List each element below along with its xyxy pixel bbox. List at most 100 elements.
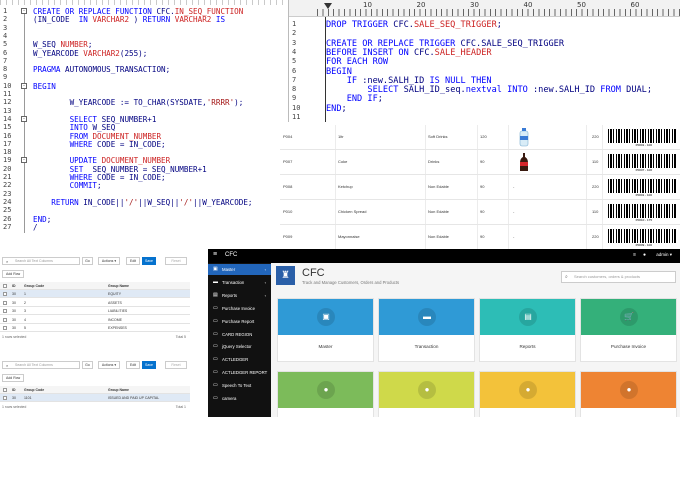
- product-price: 110: [592, 159, 599, 164]
- card-purchase-report[interactable]: ●Purchase Report: [277, 371, 374, 417]
- add-row-button[interactable]: Add Row: [2, 270, 25, 278]
- app-logo-icon: ♜: [276, 266, 295, 285]
- cell-group-code: 4: [24, 317, 26, 322]
- go-button[interactable]: Go: [82, 257, 93, 265]
- card-jquery-selector[interactable]: ●jQuery Selector: [479, 371, 576, 417]
- card-card-region[interactable]: ●CARD REGION: [378, 371, 475, 417]
- app-brand[interactable]: CFC: [225, 252, 237, 258]
- product-qty: 120: [480, 134, 487, 139]
- card-purchase-invoice[interactable]: 🛒 Purchase Invoice: [580, 298, 677, 362]
- add-row-button[interactable]: Add Row: [2, 374, 25, 382]
- column-header[interactable]: Group Code: [24, 282, 44, 290]
- table-row[interactable]: 30 1 EQUITY: [0, 290, 190, 298]
- edit-button[interactable]: Edit: [126, 257, 140, 265]
- line-number: 1: [3, 7, 8, 15]
- selection-count: 1 rows selected: [2, 404, 27, 409]
- sidebar-item-reports[interactable]: ▤ Reports ‹: [208, 290, 271, 301]
- row-checkbox[interactable]: [3, 300, 7, 305]
- sidebar-item-label: CARD REGION: [222, 331, 253, 337]
- cola-bottle-icon: [520, 153, 528, 171]
- product-row[interactable]: P010 Chicken Spread Non Edable 90 - 110 P0010 …: [280, 200, 680, 225]
- account-subgroup-grid: ⌕ Search All Text Columns Go Actions ▾ Edit S…: [0, 358, 190, 418]
- cell-group-name: LIABILITIES: [108, 309, 128, 314]
- column-header[interactable]: Group Code: [24, 386, 44, 394]
- card-header: ▬: [379, 299, 474, 335]
- cell-group-name: EXPENSES: [108, 326, 127, 331]
- select-all-checkbox[interactable]: [3, 284, 7, 288]
- reset-button[interactable]: Reset: [165, 361, 187, 369]
- card-actledger[interactable]: ●ACTLEDGER: [580, 371, 677, 417]
- sidebar-item-camera[interactable]: ▭ camera: [208, 393, 271, 404]
- sidebar-item-speech-to-text[interactable]: ▭ Speech To Text: [208, 380, 271, 391]
- app-topbar: ≡ CFC ≡ ● admin ▾: [208, 249, 680, 263]
- product-row[interactable]: P007 Coke Drinks 90 110 P0007 - 100: [280, 150, 680, 175]
- column-header[interactable]: ID: [12, 282, 16, 290]
- reset-button[interactable]: Reset: [165, 257, 187, 265]
- fold-toggle-icon[interactable]: -: [21, 82, 27, 89]
- select-all-checkbox[interactable]: [3, 388, 7, 392]
- fold-toggle-icon[interactable]: -: [21, 8, 27, 14]
- actions-menu-button[interactable]: Actions ▾: [98, 361, 120, 369]
- row-checkbox[interactable]: [3, 396, 7, 400]
- product-category: Non Edable: [428, 209, 449, 214]
- table-row[interactable]: 30 5 EXPENSES: [0, 324, 190, 333]
- sql-trigger-editor[interactable]: 10 20 30 40 50 60 1 DROP TRIGGER CFC.SALE_SEQ_…: [288, 0, 680, 122]
- card-reports[interactable]: ▤ Reports: [479, 298, 576, 362]
- column-header[interactable]: ID: [12, 386, 16, 394]
- line-number: 9: [292, 94, 297, 103]
- card-master[interactable]: ▣ Master: [277, 298, 374, 362]
- menu-icon[interactable]: ≡: [633, 252, 636, 258]
- row-checkbox[interactable]: [3, 317, 7, 322]
- column-ruler: 10 20 30 40 50 60: [289, 0, 680, 17]
- save-button[interactable]: Save: [142, 257, 156, 265]
- product-category: Drinks: [428, 159, 440, 164]
- menu-icon[interactable]: ≡: [213, 251, 217, 258]
- line-number: 2: [3, 15, 8, 24]
- sidebar-item-master[interactable]: ▣ Master ‹: [208, 264, 271, 275]
- grid-search-input[interactable]: ⌕ Search All Text Columns: [2, 257, 80, 265]
- sql-function-editor[interactable]: 1- CREATE OR REPLACE FUNCTION CFC.IN_SEQ_…: [0, 0, 288, 241]
- product-category: Soft Drinks: [428, 134, 448, 139]
- user-menu[interactable]: admin ▾: [656, 252, 672, 258]
- actions-menu-button[interactable]: Actions ▾: [98, 257, 120, 265]
- card-transaction[interactable]: ▬ Transaction: [378, 298, 475, 362]
- product-row[interactable]: P008 Ketchup Non Edable 90 - 220 P0001 - 100: [280, 175, 680, 200]
- column-header[interactable]: Group Name: [108, 282, 129, 290]
- row-checkbox[interactable]: [3, 326, 7, 331]
- sidebar-item-jquery-selector[interactable]: ▭ jQuery Selector: [208, 341, 271, 352]
- table-row[interactable]: 30 1101 ISSUED AND PAID UP CAPITAL: [0, 394, 190, 402]
- chevron-left-icon: ‹: [264, 292, 266, 298]
- cell-group-name: ISSUED AND PAID UP CAPITAL: [108, 396, 160, 400]
- save-button[interactable]: Save: [142, 361, 156, 369]
- sidebar-item-actledger-report[interactable]: ▭ ACTLEDGER REPORT: [208, 367, 271, 378]
- table-row[interactable]: 30 4 INCOME: [0, 316, 190, 324]
- grid-search-input[interactable]: ⌕ Search All Text Columns: [2, 361, 80, 369]
- sidebar-item-card-region[interactable]: ▭ CARD REGION: [208, 329, 271, 340]
- nav-icon: ▭: [213, 317, 218, 324]
- product-qty: 90: [480, 184, 485, 189]
- code-line[interactable]: 11: [289, 113, 680, 122]
- table-row[interactable]: 30 2 ASSETS: [0, 299, 190, 307]
- go-button[interactable]: Go: [82, 361, 93, 369]
- row-checkbox[interactable]: [3, 309, 7, 314]
- ruler-number: 20: [416, 1, 426, 9]
- sidebar-item-actledger[interactable]: ▭ ACTLEDGER: [208, 354, 271, 365]
- search-input[interactable]: ⌕ Search customers, orders & products: [561, 271, 676, 283]
- product-row[interactable]: P004 1ltr Soft Drinks 120 220 P0001 - 100: [280, 125, 680, 150]
- ruler-marker-icon[interactable]: [324, 3, 332, 9]
- edit-button[interactable]: Edit: [126, 361, 140, 369]
- product-row[interactable]: P009 Mayonnaise Non Edable 90 - 220 P0009 - 10…: [280, 225, 680, 250]
- column-header[interactable]: Group Name: [108, 386, 129, 394]
- code-line[interactable]: 27 /: [0, 223, 288, 232]
- table-row[interactable]: 30 3 LIABILITIES: [0, 307, 190, 316]
- column-divider: [508, 200, 509, 224]
- column-divider: [602, 225, 603, 249]
- sidebar-item-purchase-invoice[interactable]: ▭ Purchase Invoice: [208, 303, 271, 314]
- sidebar-item-purchase-report[interactable]: ▭ Purchase Report: [208, 316, 271, 327]
- user-icon[interactable]: ●: [643, 252, 646, 258]
- fold-toggle-icon[interactable]: -: [21, 157, 27, 164]
- row-checkbox[interactable]: [3, 292, 7, 296]
- fold-toggle-icon[interactable]: -: [21, 115, 27, 122]
- nav-icon: ▭: [213, 382, 218, 389]
- sidebar-item-transaction[interactable]: ▬ Transaction ‹: [208, 277, 271, 288]
